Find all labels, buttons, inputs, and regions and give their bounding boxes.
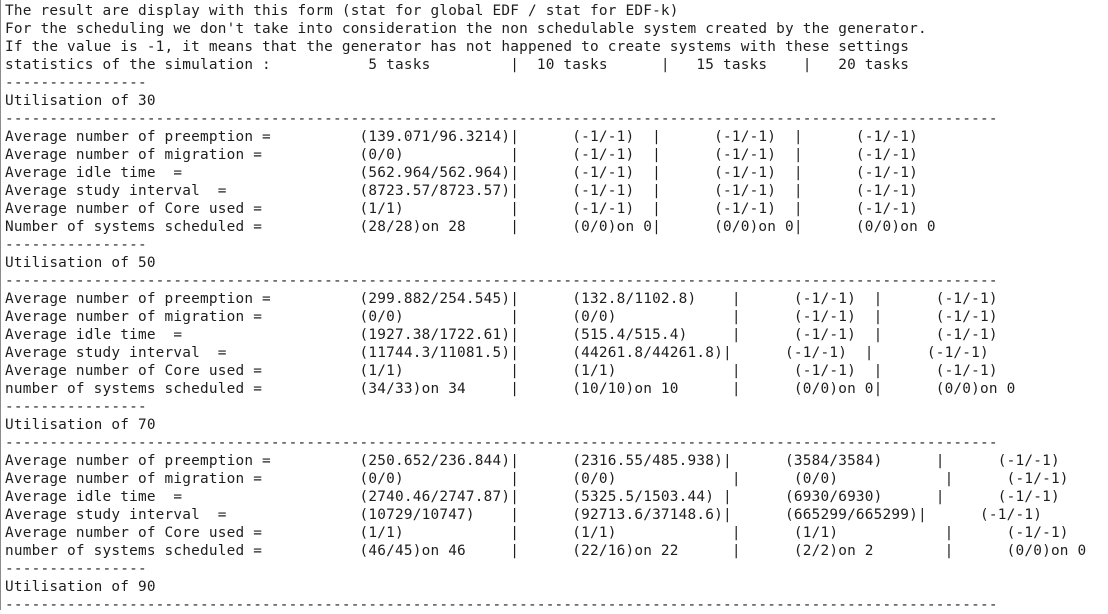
output-line: Utilisation of 30	[5, 93, 156, 109]
output-line: Average idle time = (1927.38/1722.61)| (…	[5, 327, 998, 343]
output-line: ----------------	[5, 75, 147, 91]
output-line: Average idle time = (562.964/562.964)| (…	[5, 165, 918, 181]
output-line: Number of systems scheduled = (28/28)on …	[5, 219, 936, 235]
terminal-window: The result are display with this form (s…	[0, 0, 1108, 613]
output-line: Utilisation of 90	[5, 579, 156, 595]
output-line: The result are display with this form (s…	[5, 3, 679, 19]
output-line: Average number of Core used = (1/1) | (1…	[5, 363, 998, 379]
output-line: Average number of preemption = (299.882/…	[5, 291, 998, 307]
output-line: Utilisation of 70	[5, 417, 156, 433]
output-line: Average number of preemption = (139.071/…	[5, 129, 918, 145]
output-line: Average study interval = (8723.57/8723.5…	[5, 183, 918, 199]
output-line: statistics of the simulation : 5 tasks |…	[5, 57, 910, 73]
output-line: Average study interval = (10729/10747) |…	[5, 507, 1043, 523]
output-line: number of systems scheduled = (46/45)on …	[5, 543, 1087, 559]
output-line: ----------------	[5, 399, 147, 415]
output-line: ----------------------------------------…	[5, 597, 998, 613]
output-line: Average idle time = (2740.46/2747.87)| (…	[5, 489, 1060, 505]
terminal-output: The result are display with this form (s…	[1, 0, 1108, 614]
output-line: ----------------	[5, 561, 147, 577]
output-line: ----------------------------------------…	[5, 111, 998, 127]
output-line: Average number of migration = (0/0) | (0…	[5, 471, 1069, 487]
output-line: Average number of preemption = (250.652/…	[5, 453, 1060, 469]
output-line: ----------------------------------------…	[5, 435, 998, 451]
output-line: ----------------------------------------…	[5, 273, 998, 289]
output-line: If the value is -1, it means that the ge…	[5, 39, 910, 55]
output-line: Average number of migration = (0/0) | (-…	[5, 147, 918, 163]
output-line: ----------------	[5, 237, 147, 253]
output-line: Average study interval = (11744.3/11081.…	[5, 345, 989, 361]
output-line: Average number of Core used = (1/1) | (1…	[5, 525, 1069, 541]
output-line: Utilisation of 50	[5, 255, 156, 271]
output-line: Average number of Core used = (1/1) | (-…	[5, 201, 918, 217]
output-line: For the scheduling we don't take into co…	[5, 21, 927, 37]
output-line: Average number of migration = (0/0) | (0…	[5, 309, 998, 325]
output-line: number of systems scheduled = (34/33)on …	[5, 381, 1016, 397]
